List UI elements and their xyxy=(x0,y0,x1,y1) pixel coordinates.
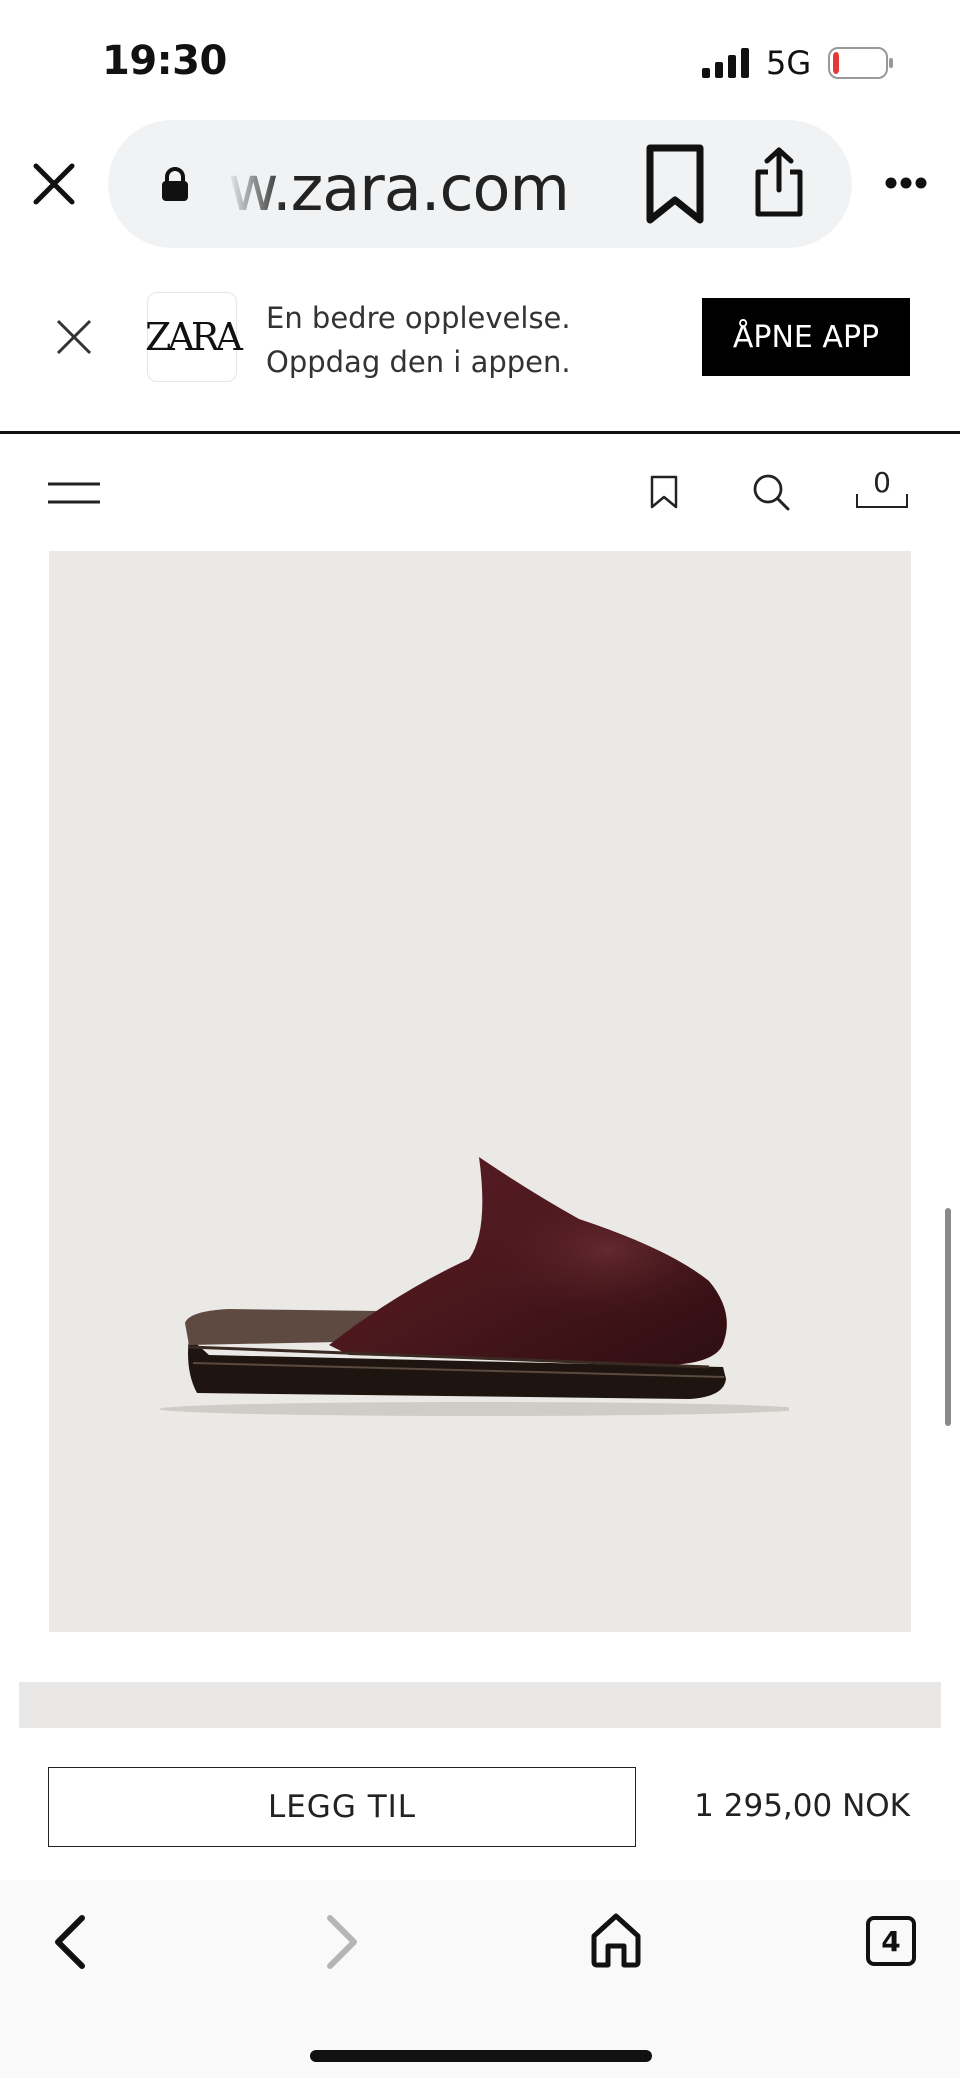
home-icon[interactable] xyxy=(590,1912,642,1968)
signal-icon xyxy=(702,48,749,78)
back-icon[interactable] xyxy=(50,1912,90,1972)
address-bar[interactable]: w.zara.com xyxy=(108,120,852,248)
cart-button[interactable]: 0 xyxy=(856,466,908,508)
forward-icon[interactable] xyxy=(322,1912,362,1972)
share-icon[interactable] xyxy=(750,146,808,218)
banner-text: En bedre opplevelse. Oppdag den i appen. xyxy=(266,296,571,384)
network-type: 5G xyxy=(766,44,812,82)
close-icon[interactable] xyxy=(30,160,78,208)
url-fade xyxy=(226,140,286,230)
battery-icon xyxy=(828,47,893,79)
menu-icon[interactable] xyxy=(48,480,100,506)
zara-app-logo: ZARA xyxy=(145,292,243,382)
lock-icon xyxy=(162,167,188,201)
tabs-button[interactable]: 4 xyxy=(866,1916,916,1966)
browser-bottom-bar: 4 xyxy=(0,1880,960,2078)
banner-line-1: En bedre opplevelse. xyxy=(266,301,571,335)
status-bar: 19:30 5G xyxy=(0,0,960,120)
banner-divider xyxy=(0,431,960,434)
banner-close-icon[interactable] xyxy=(55,318,93,356)
open-app-button[interactable]: ÅPNE APP xyxy=(702,298,910,376)
add-to-cart-button[interactable]: LEGG TIL xyxy=(48,1767,636,1847)
leather-mule-shoe-image xyxy=(159,1157,789,1416)
home-indicator xyxy=(310,2050,652,2062)
more-icon[interactable] xyxy=(884,176,928,190)
status-time: 19:30 xyxy=(102,38,227,84)
cart-icon-left xyxy=(856,494,858,508)
scroll-indicator[interactable] xyxy=(945,1208,951,1426)
search-icon[interactable] xyxy=(752,473,790,511)
image-strip-placeholder xyxy=(19,1682,941,1728)
cart-icon-right xyxy=(906,494,908,508)
cart-count: 0 xyxy=(873,466,891,499)
cart-icon xyxy=(856,506,908,508)
wishlist-bookmark-icon[interactable] xyxy=(649,475,679,509)
bookmark-icon[interactable] xyxy=(640,142,710,226)
product-price: 1 295,00 NOK xyxy=(694,1788,910,1824)
banner-line-2: Oppdag den i appen. xyxy=(266,345,571,379)
product-image[interactable] xyxy=(49,551,911,1632)
